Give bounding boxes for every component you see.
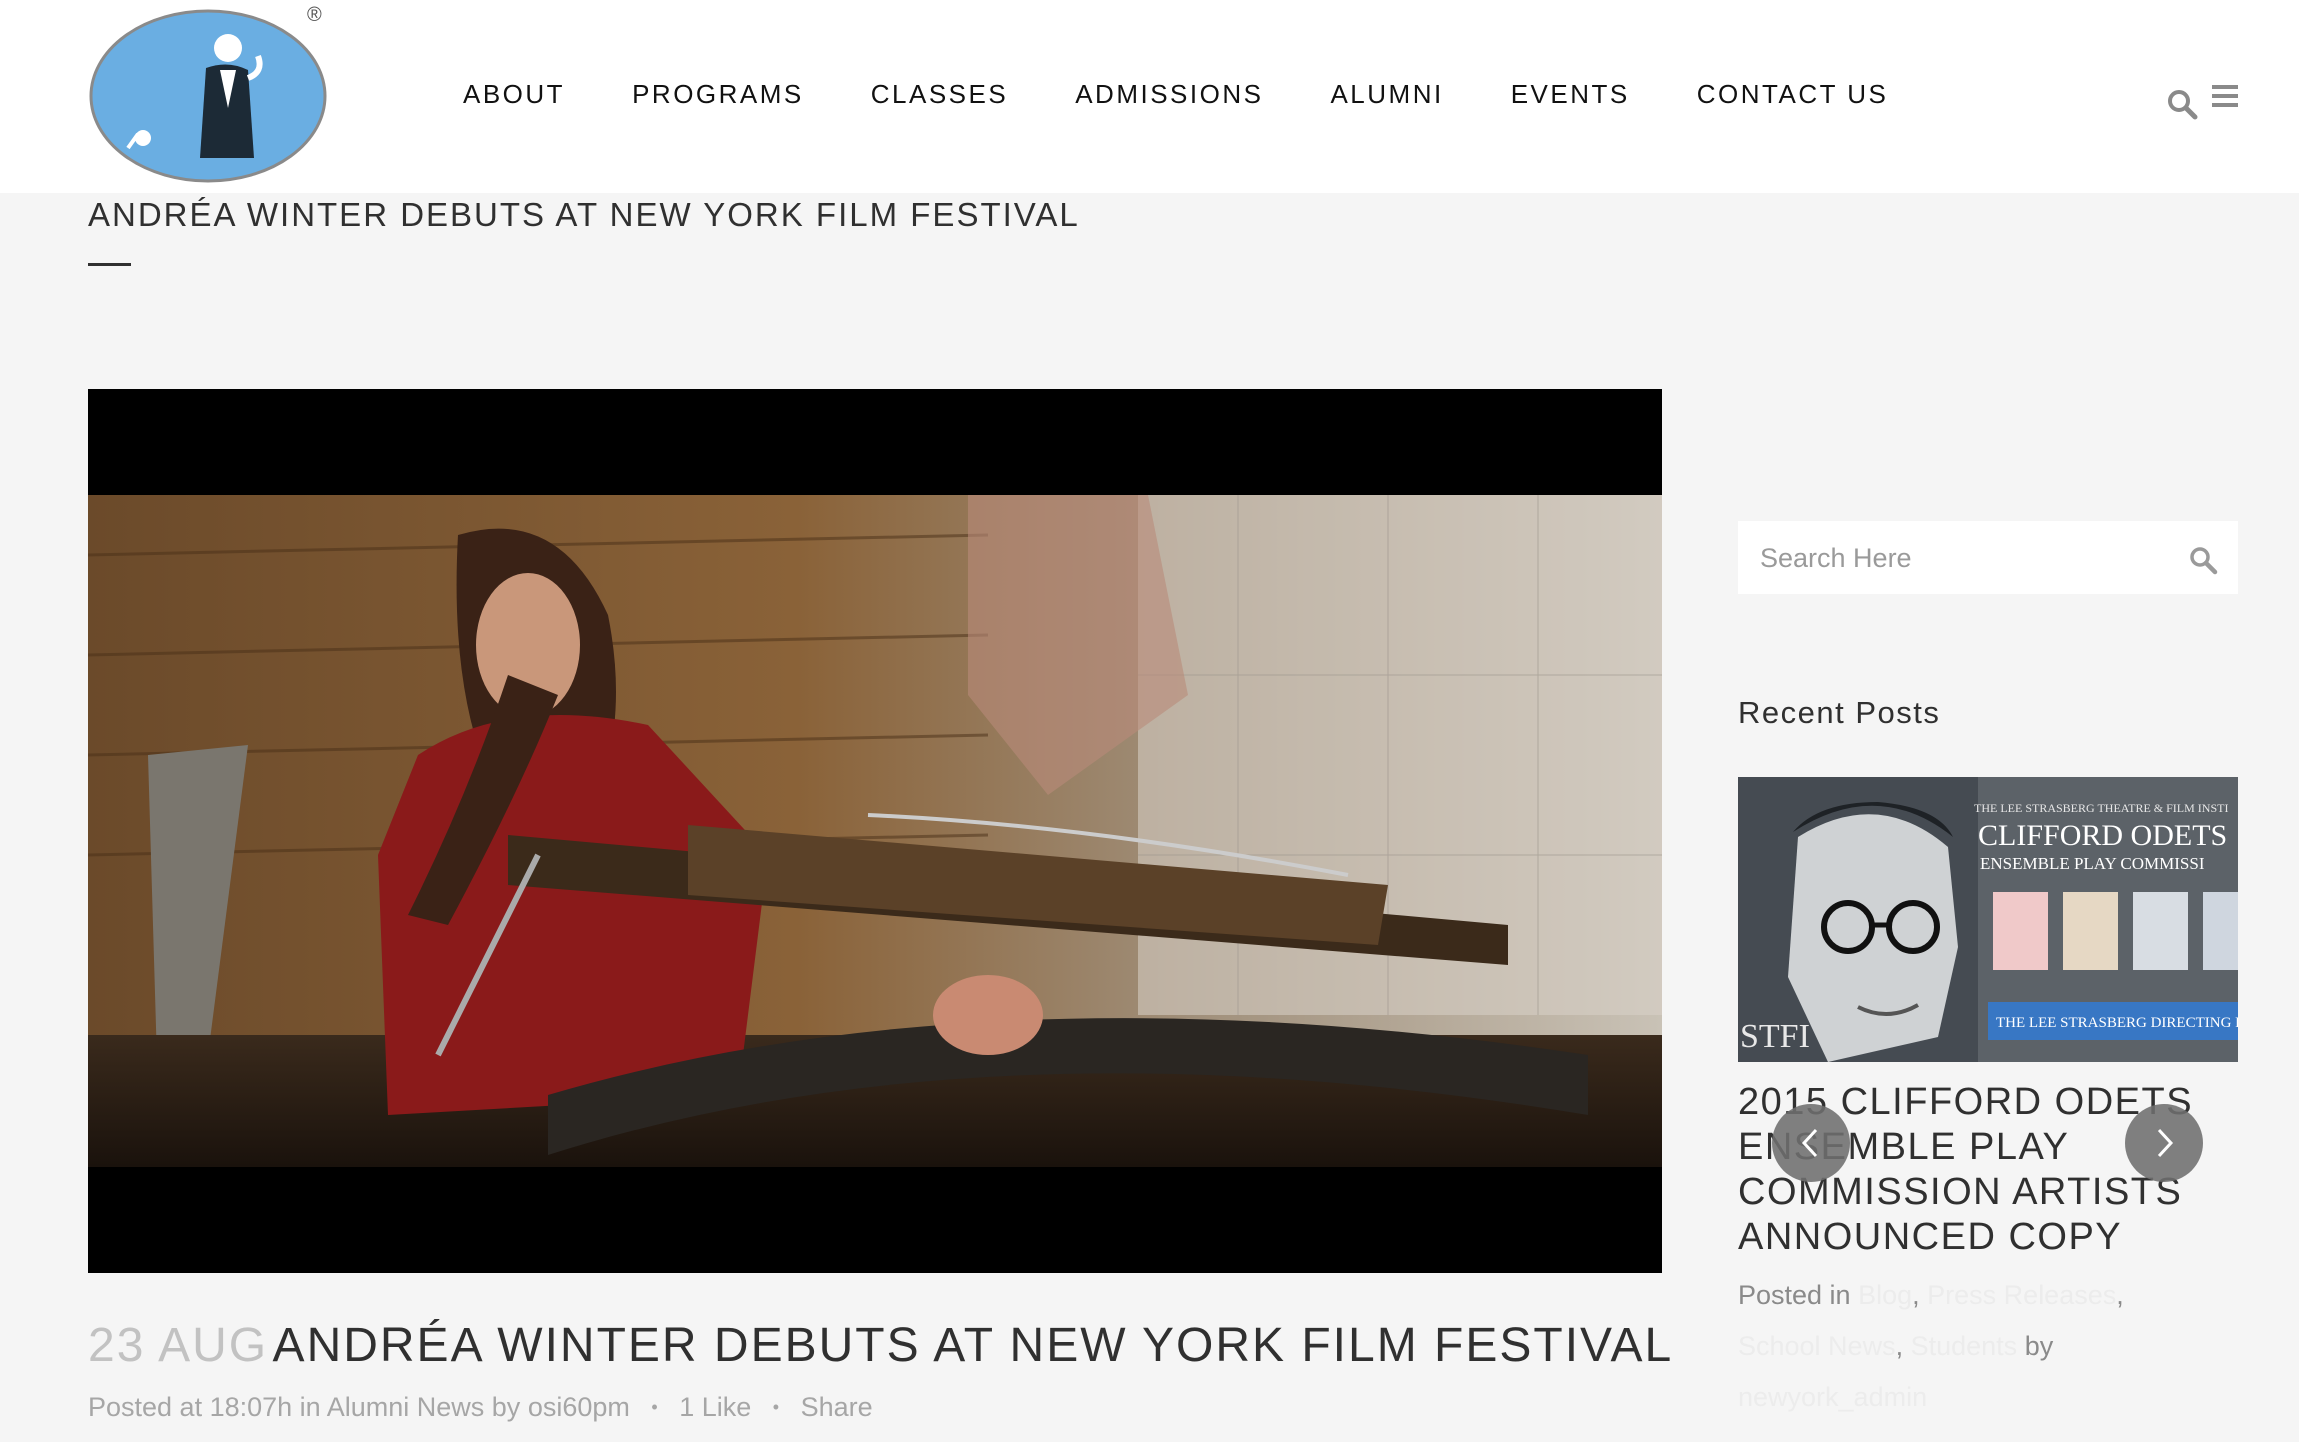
nav-events[interactable]: EVENTS: [1511, 79, 1630, 110]
chevron-right-icon: [2157, 1128, 2174, 1158]
site-header: ® ABOUT PROGRAMS CLASSES ADMISSIONS ALUM…: [0, 0, 2299, 193]
recent-post-thumbnail: THE LEE STRASBERG THEATRE & FILM INSTI C…: [1738, 777, 2238, 1062]
nav-programs[interactable]: PROGRAMS: [632, 79, 804, 110]
posted-at: Posted at 18:07h in: [88, 1392, 321, 1422]
search-icon[interactable]: [2188, 545, 2218, 575]
recent-posts-heading: Recent Posts: [1738, 695, 1941, 730]
post-title[interactable]: ANDRÉA WINTER DEBUTS AT NEW YORK FILM FE…: [273, 1319, 1674, 1372]
film-still-image: [88, 495, 1662, 1167]
share-button[interactable]: Share: [801, 1392, 873, 1422]
image-heading-text: CLIFFORD ODETS: [1978, 819, 2227, 852]
menu-icon[interactable]: [2210, 84, 2240, 108]
page-title: ANDRÉA WINTER DEBUTS AT NEW YORK FILM FE…: [88, 196, 1080, 233]
site-logo[interactable]: [88, 8, 328, 184]
nav-classes[interactable]: CLASSES: [871, 79, 1008, 110]
registered-mark: ®: [307, 4, 322, 26]
nav-admissions[interactable]: ADMISSIONS: [1075, 79, 1263, 110]
image-subheading-text: ENSEMBLE PLAY COMMISSI: [1980, 854, 2205, 873]
by-label: by: [491, 1392, 521, 1422]
header-search-icon[interactable]: [2166, 88, 2198, 120]
post-heading: 23 AUG ANDRÉA WINTER DEBUTS AT NEW YORK …: [88, 1318, 1673, 1373]
carousel-prev-button[interactable]: [1772, 1104, 1850, 1182]
recent-post-meta: Posted in Blog, Press Releases, School N…: [1738, 1280, 2124, 1412]
chevron-left-icon: [1801, 1128, 1818, 1158]
featured-image[interactable]: [88, 389, 1662, 1273]
category-link-school-news[interactable]: School News: [1738, 1331, 1896, 1361]
category-link-blog[interactable]: Blog: [1858, 1280, 1912, 1310]
category-link-students[interactable]: Students: [1911, 1331, 2018, 1361]
sidebar-search: [1738, 521, 2238, 594]
recent-post-image[interactable]: THE LEE STRASBERG THEATRE & FILM INSTI C…: [1738, 777, 2238, 1062]
by-label: by: [2024, 1331, 2054, 1361]
recent-post-author-link[interactable]: newyork_admin: [1738, 1382, 1927, 1412]
nav-alumni[interactable]: ALUMNI: [1330, 79, 1443, 110]
posted-in-label: Posted in: [1738, 1280, 1851, 1310]
post-date: 23 AUG: [88, 1319, 269, 1372]
separator-dot: •: [772, 1397, 780, 1417]
carousel-next-button[interactable]: [2125, 1104, 2203, 1182]
logo-emblem-icon: [89, 9, 327, 183]
post-author-link[interactable]: osi60pm: [528, 1392, 630, 1422]
sidebar-search-input[interactable]: [1758, 539, 2182, 577]
main-nav: ABOUT PROGRAMS CLASSES ADMISSIONS ALUMNI…: [463, 79, 1888, 110]
category-link-press-releases[interactable]: Press Releases: [1927, 1280, 2116, 1310]
post-meta: Posted at 18:07h in Alumni News by osi60…: [88, 1392, 873, 1423]
like-button[interactable]: 1 Like: [679, 1392, 751, 1422]
image-banner-text: THE LEE STRASBERG DIRECTING FELLOWS: [1996, 1015, 2238, 1031]
image-logo-text: STFI: [1740, 1018, 1810, 1055]
nav-about[interactable]: ABOUT: [463, 79, 565, 110]
title-separator: [88, 263, 131, 266]
nav-contact-us[interactable]: CONTACT US: [1697, 79, 1889, 110]
separator-dot: •: [651, 1397, 658, 1417]
post-category-link[interactable]: Alumni News: [327, 1392, 485, 1422]
image-top-text: THE LEE STRASBERG THEATRE & FILM INSTI: [1974, 801, 2228, 815]
